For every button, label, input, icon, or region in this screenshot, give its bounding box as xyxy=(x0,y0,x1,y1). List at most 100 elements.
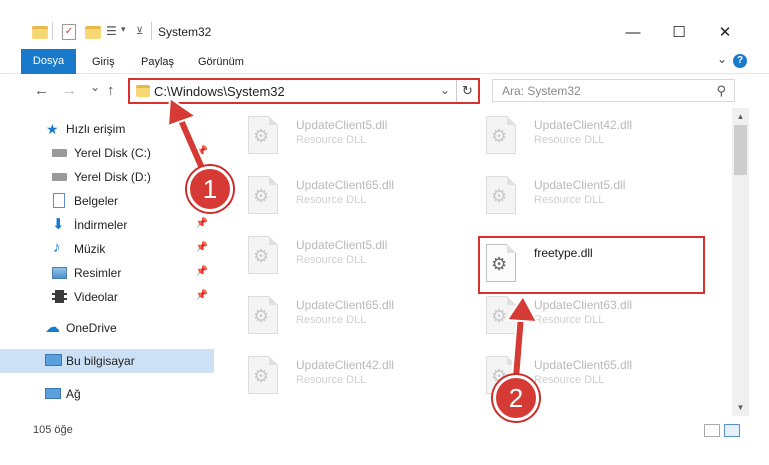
recent-locations-button[interactable]: ⌄ xyxy=(90,80,100,94)
sidebar-item-documents[interactable]: Belgeler 📌 xyxy=(0,190,214,212)
sidebar-item-videos[interactable]: Videolar 📌 xyxy=(0,286,214,308)
file-item[interactable]: ⚙ UpdateClient5.dll Resource DLL xyxy=(240,230,470,280)
file-item[interactable]: ⚙ UpdateClient42.dll Resource DLL xyxy=(478,110,708,160)
tab-file[interactable]: Dosya xyxy=(21,49,76,74)
file-list: ⚙ UpdateClient5.dll Resource DLL ⚙ Updat… xyxy=(216,108,732,416)
search-input[interactable]: Ara: System32 ⚲ xyxy=(492,79,735,102)
computer-icon xyxy=(45,354,62,366)
qa-dropdown-icon[interactable]: ⊻ xyxy=(136,26,143,42)
item-count: 105 öğe xyxy=(33,424,73,436)
file-name: UpdateClient65.dll xyxy=(296,178,395,192)
tab-home[interactable]: Giriş xyxy=(92,51,115,73)
status-bar: 105 öğe xyxy=(0,416,769,446)
chevron-down-icon[interactable]: ⌄ xyxy=(440,83,450,97)
back-button[interactable]: ← xyxy=(34,82,49,99)
search-icon[interactable]: ⚲ xyxy=(716,83,726,99)
scroll-up-arrow-icon[interactable]: ▲ xyxy=(732,108,749,125)
file-item[interactable]: ⚙ UpdateClient65.dll Resource DLL xyxy=(240,290,470,340)
file-type: Resource DLL xyxy=(296,254,367,266)
address-bar[interactable]: C:\Windows\System32 ⌄ ↻ xyxy=(128,78,480,104)
file-name: UpdateClient65.dll xyxy=(296,298,395,312)
close-button[interactable]: ✕ xyxy=(702,20,748,46)
tab-view[interactable]: Görünüm xyxy=(198,51,244,73)
sidebar-item-local-disk-d[interactable]: Yerel Disk (D:) 📌 xyxy=(0,166,214,188)
navigation-bar: ← → ⌄ ↑ C:\Windows\System32 ⌄ ↻ Ara: Sys… xyxy=(0,74,769,108)
scroll-down-arrow-icon[interactable]: ▼ xyxy=(732,399,749,416)
network-icon xyxy=(45,388,61,399)
download-icon: ⬇ xyxy=(52,216,65,233)
forward-button[interactable]: → xyxy=(62,82,77,99)
file-type: Resource DLL xyxy=(534,314,605,326)
file-type: Resource DLL xyxy=(296,314,367,326)
file-item[interactable]: ⚙ UpdateClient5.dll Resource DLL xyxy=(240,110,470,160)
file-item[interactable]: ⚙ UpdateClient63.dll Resource DLL xyxy=(478,290,708,340)
file-name: UpdateClient5.dll xyxy=(296,118,388,132)
sidebar-item-onedrive[interactable]: ☁ OneDrive xyxy=(0,317,214,339)
gear-icon: ⚙ xyxy=(253,126,270,146)
chevron-down-icon[interactable]: ▾ xyxy=(121,24,126,40)
file-item[interactable]: ⚙ UpdateClient5.dll Resource DLL xyxy=(478,170,708,220)
gear-icon: ⚙ xyxy=(491,186,508,206)
sidebar-item-label: Bu bilgisayar xyxy=(66,354,135,368)
star-icon: ★ xyxy=(46,121,59,137)
minimize-button[interactable]: — xyxy=(610,20,656,46)
sidebar-item-pictures[interactable]: Resimler 📌 xyxy=(0,262,214,284)
file-name: UpdateClient42.dll xyxy=(296,358,395,372)
new-folder-icon[interactable] xyxy=(85,26,101,39)
sidebar-item-local-disk-c[interactable]: Yerel Disk (C:) 📌 xyxy=(0,142,214,164)
drive-icon xyxy=(52,173,67,181)
sidebar-item-label: Ağ xyxy=(66,387,81,401)
cloud-icon: ☁ xyxy=(45,319,60,336)
gear-icon: ⚙ xyxy=(253,246,270,266)
music-icon: ♪ xyxy=(53,239,61,256)
separator xyxy=(52,22,53,40)
maximize-button[interactable]: ☐ xyxy=(656,20,702,46)
sidebar-item-label: İndirmeler xyxy=(74,218,128,232)
help-icon[interactable]: ? xyxy=(733,54,747,68)
sidebar-item-label: Yerel Disk (D:) xyxy=(74,170,151,184)
sidebar-item-network[interactable]: Ağ xyxy=(0,383,214,405)
pin-icon[interactable]: 📌 xyxy=(196,146,208,157)
pin-icon[interactable]: 📌 xyxy=(196,266,208,277)
gear-icon: ⚙ xyxy=(253,366,270,386)
sidebar-item-downloads[interactable]: ⬇ İndirmeler 📌 xyxy=(0,214,214,236)
window-title: System32 xyxy=(158,25,212,39)
separator xyxy=(151,22,152,40)
file-type: Resource DLL xyxy=(296,374,367,386)
pin-icon[interactable]: 📌 xyxy=(196,290,208,301)
sidebar-item-music[interactable]: ♪ Müzik 📌 xyxy=(0,238,214,260)
title-bar: ✓ ☰ ▾ ⊻ System32 — ☐ ✕ xyxy=(0,0,769,46)
highlight-box xyxy=(478,236,705,294)
sidebar-item-this-pc[interactable]: Bu bilgisayar xyxy=(0,349,214,373)
customize-icon[interactable]: ☰ xyxy=(106,24,117,40)
sidebar-item-label: Belgeler xyxy=(74,194,119,208)
large-icons-view-icon[interactable] xyxy=(724,424,740,437)
file-name: UpdateClient63.dll xyxy=(534,298,633,312)
refresh-button[interactable]: ↻ xyxy=(456,80,478,102)
file-type: Resource DLL xyxy=(534,134,605,146)
pictures-icon xyxy=(52,267,67,279)
pin-icon[interactable]: 📌 xyxy=(196,218,208,229)
file-type: Resource DLL xyxy=(296,134,367,146)
file-type: Resource DLL xyxy=(534,374,605,386)
up-button[interactable]: ↑ xyxy=(107,82,115,99)
videos-icon xyxy=(52,290,67,303)
scroll-thumb[interactable] xyxy=(734,125,747,175)
gear-icon: ⚙ xyxy=(253,186,270,206)
sidebar-item-label: OneDrive xyxy=(66,321,117,335)
drive-icon xyxy=(52,149,67,157)
file-type: Resource DLL xyxy=(296,194,367,206)
folder-icon xyxy=(136,85,150,97)
properties-icon[interactable]: ✓ xyxy=(62,24,76,40)
file-item[interactable]: ⚙ UpdateClient65.dll Resource DLL xyxy=(240,170,470,220)
pin-icon[interactable]: 📌 xyxy=(196,242,208,253)
expand-ribbon-icon[interactable]: ⌄ xyxy=(717,52,727,66)
address-text[interactable]: C:\Windows\System32 xyxy=(154,84,285,99)
tab-share[interactable]: Paylaş xyxy=(141,51,174,73)
sidebar-item-quick-access[interactable]: ★ Hızlı erişim xyxy=(0,118,214,140)
details-view-icon[interactable] xyxy=(704,424,720,437)
file-item[interactable]: ⚙ UpdateClient42.dll Resource DLL xyxy=(240,350,470,400)
vertical-scrollbar[interactable]: ▲ ▼ xyxy=(732,108,749,416)
sidebar-item-label: Yerel Disk (C:) xyxy=(74,146,151,160)
folder-icon xyxy=(32,26,48,39)
